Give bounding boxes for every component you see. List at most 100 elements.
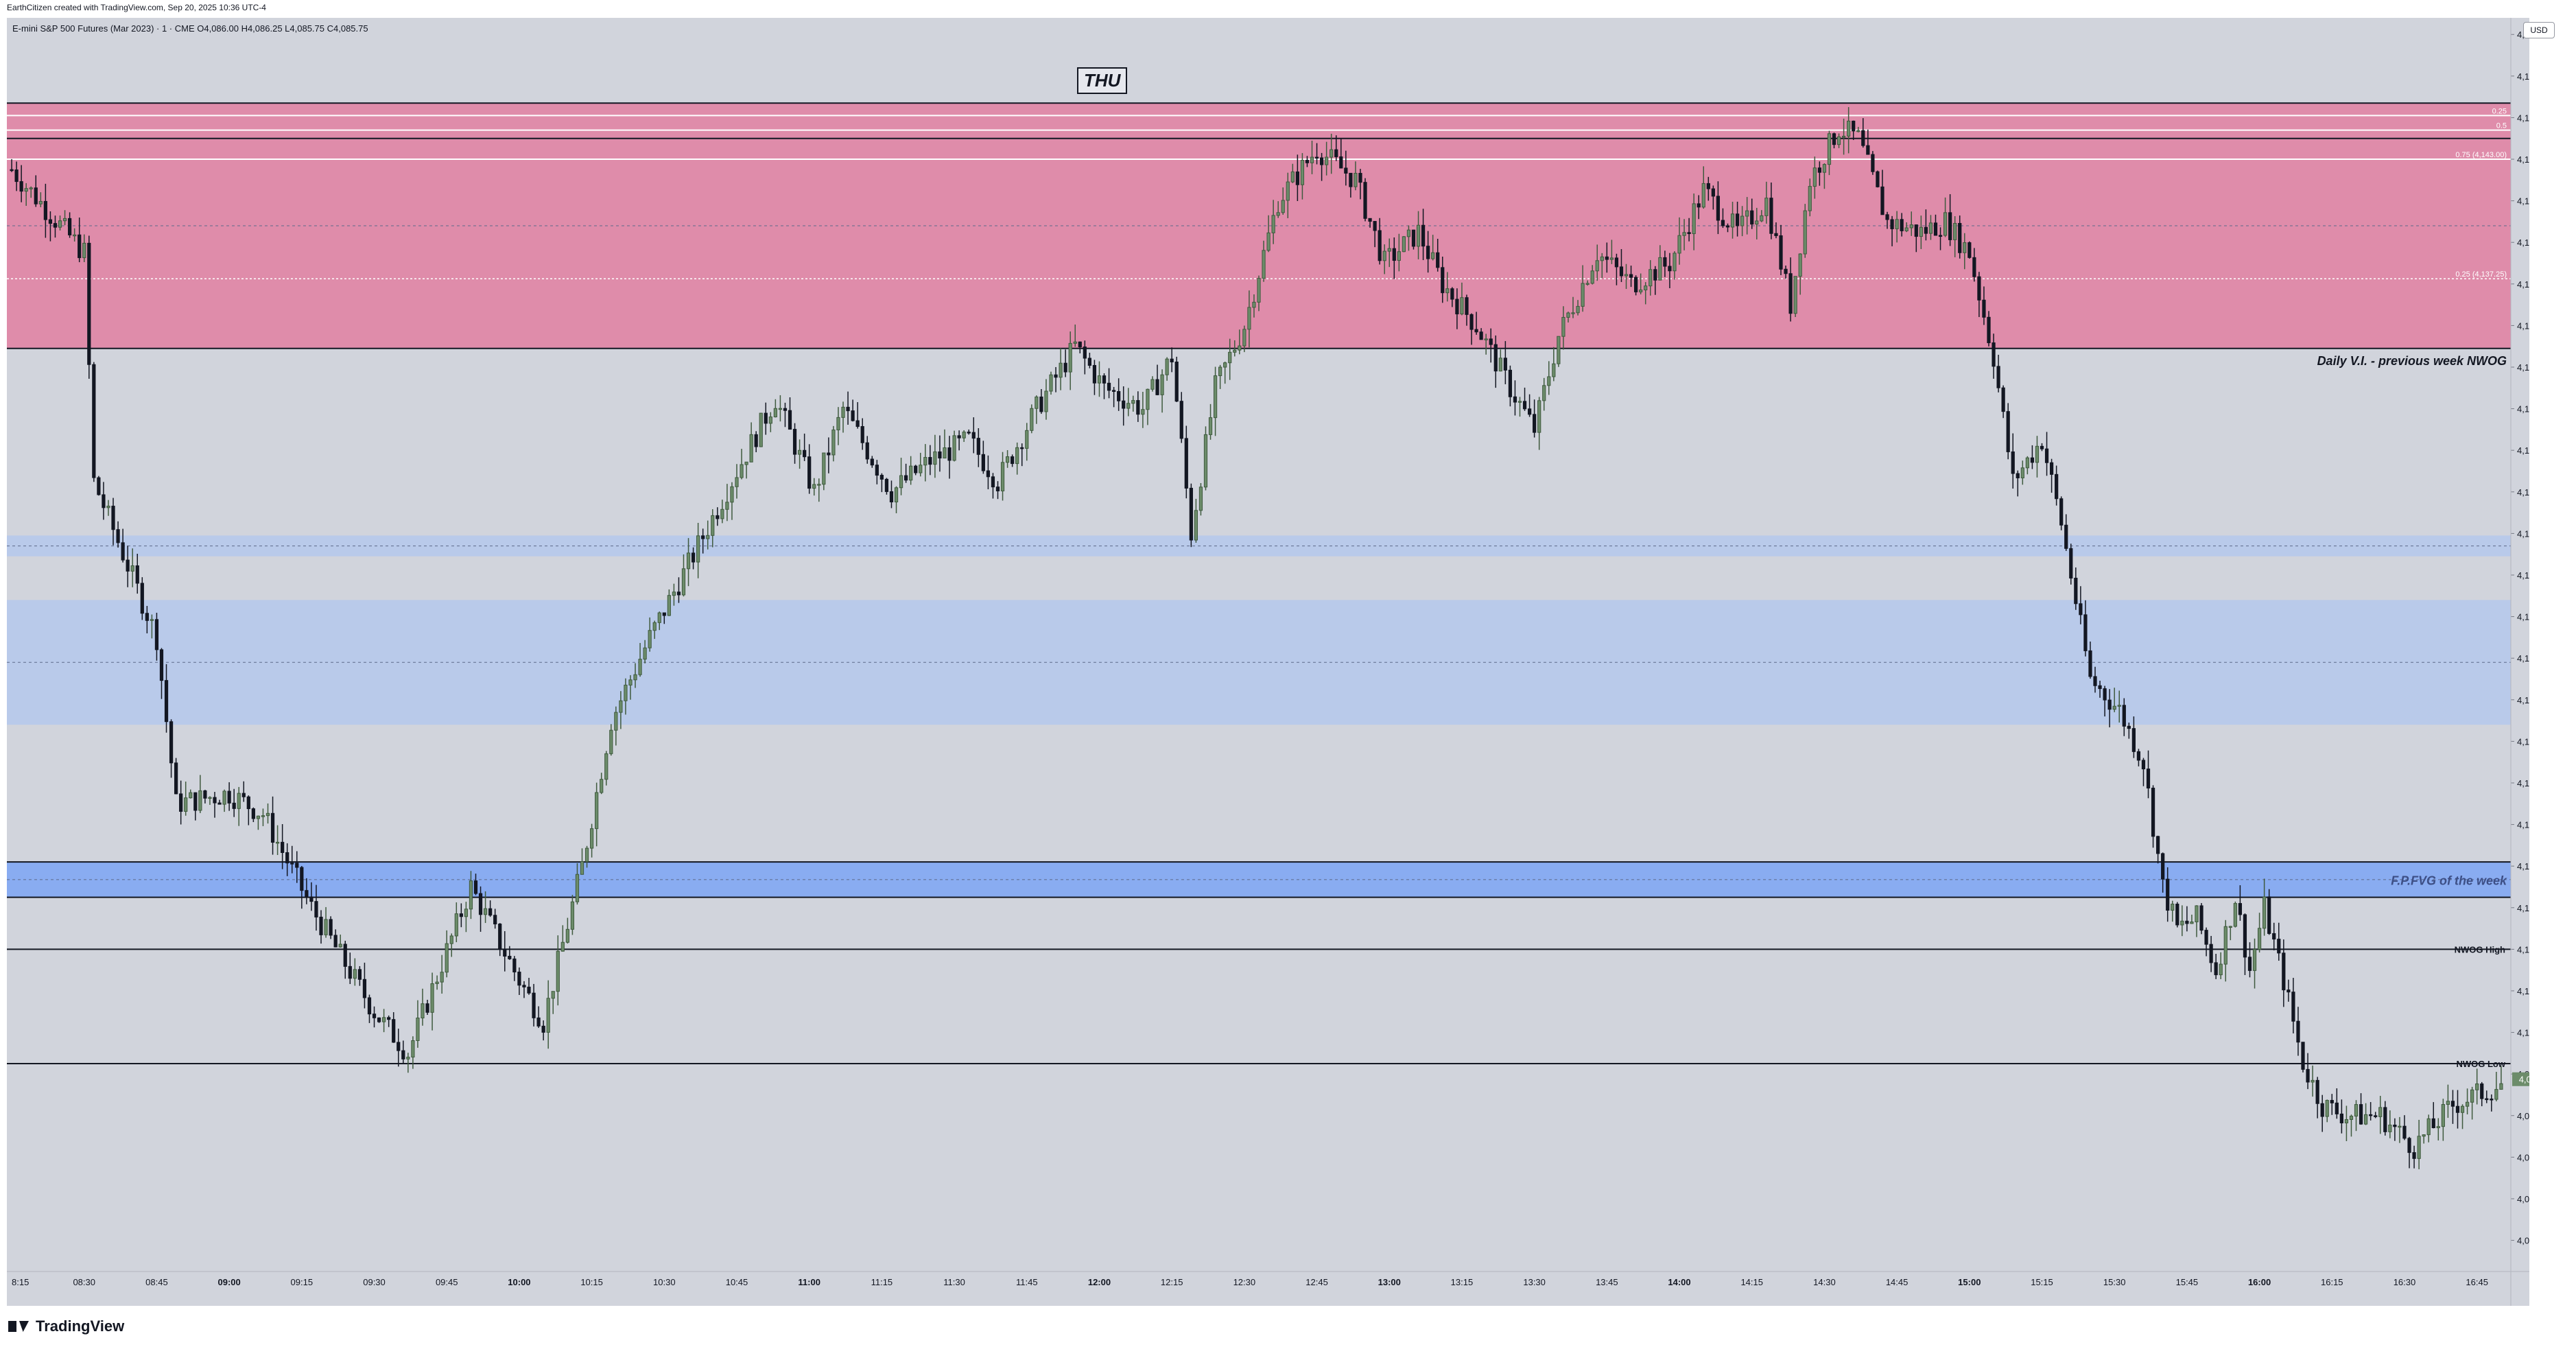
candle bbox=[246, 796, 250, 810]
candle bbox=[2330, 1100, 2334, 1103]
candle bbox=[1581, 283, 1585, 307]
candle bbox=[140, 583, 144, 614]
candle bbox=[256, 815, 261, 819]
candle bbox=[145, 613, 149, 621]
tradingview-logo[interactable]: TradingView bbox=[8, 1317, 124, 1335]
candle bbox=[208, 797, 212, 799]
y-tick-label: 4,113.00 bbox=[2517, 778, 2529, 788]
candle bbox=[768, 417, 772, 424]
candle bbox=[1189, 487, 1193, 541]
candle bbox=[1832, 133, 1836, 145]
x-tick-label: 16:30 bbox=[2394, 1277, 2416, 1287]
candle bbox=[1290, 171, 1295, 183]
candle bbox=[1924, 226, 1928, 234]
candle bbox=[213, 797, 217, 804]
x-tick-label: 09:15 bbox=[291, 1277, 314, 1287]
currency-button[interactable]: USD bbox=[2523, 22, 2555, 38]
candle bbox=[1489, 338, 1493, 345]
candle bbox=[595, 792, 599, 830]
candle bbox=[1300, 160, 1305, 185]
candle bbox=[1378, 230, 1382, 261]
candle bbox=[1533, 414, 1537, 433]
candle bbox=[1624, 274, 1629, 277]
candle bbox=[1044, 390, 1048, 412]
candle bbox=[1542, 385, 1546, 401]
candle bbox=[2441, 1104, 2445, 1127]
candle bbox=[2388, 1125, 2392, 1132]
candle bbox=[2223, 926, 2228, 965]
candle bbox=[952, 435, 956, 461]
candle bbox=[2335, 1102, 2339, 1114]
candle bbox=[1102, 375, 1107, 384]
candle bbox=[67, 218, 72, 235]
candle bbox=[1682, 232, 1686, 236]
y-tick-label: 4,105.00 bbox=[2517, 944, 2529, 954]
candle bbox=[154, 619, 159, 651]
candle bbox=[416, 1018, 420, 1042]
candle bbox=[1895, 219, 1899, 229]
candle bbox=[1387, 248, 1391, 252]
candle bbox=[1339, 156, 1343, 169]
candle bbox=[2151, 787, 2155, 837]
candle bbox=[1547, 376, 1551, 386]
candle bbox=[377, 1017, 381, 1022]
zone-level-label: 0.25 bbox=[2492, 107, 2507, 115]
x-tick-label: 14:30 bbox=[1813, 1277, 1836, 1287]
candle bbox=[1764, 198, 1769, 216]
candle bbox=[2001, 387, 2005, 412]
candle bbox=[1416, 224, 1421, 247]
candle bbox=[1174, 362, 1179, 402]
candle bbox=[275, 841, 280, 844]
candle bbox=[1706, 183, 1710, 189]
candle bbox=[1035, 396, 1039, 409]
candle bbox=[1474, 329, 1478, 333]
candle bbox=[1479, 331, 1483, 340]
candle bbox=[425, 1003, 429, 1013]
candle bbox=[305, 890, 309, 898]
candle bbox=[1411, 229, 1416, 247]
candle bbox=[2011, 451, 2015, 474]
candle bbox=[1054, 374, 1058, 378]
candle bbox=[2185, 920, 2189, 924]
candle bbox=[1663, 257, 1667, 267]
candle bbox=[875, 465, 879, 476]
candle bbox=[1856, 130, 1860, 132]
candle bbox=[889, 491, 894, 503]
candle bbox=[1063, 362, 1067, 373]
zone-level-label: 0.5 bbox=[2496, 122, 2507, 130]
y-tick-label: 4,093.00 bbox=[2517, 1194, 2529, 1204]
candle bbox=[1725, 225, 1730, 228]
candle bbox=[1808, 186, 1812, 211]
candle bbox=[2296, 1020, 2300, 1043]
candle bbox=[812, 484, 816, 489]
candle bbox=[1025, 430, 1029, 449]
chart-pane[interactable]: Daily V.I. - previous week NWOG F.P.FVG o… bbox=[7, 18, 2529, 1306]
candle bbox=[1059, 362, 1063, 378]
candle bbox=[1711, 188, 1715, 197]
x-tick-label: 08:30 bbox=[73, 1277, 95, 1287]
price-chart[interactable]: Daily V.I. - previous week NWOG F.P.FVG o… bbox=[7, 18, 2529, 1306]
candle bbox=[401, 1050, 405, 1059]
y-tick-label: 4,097.00 bbox=[2517, 1111, 2529, 1121]
x-tick-label: 15:15 bbox=[2031, 1277, 2053, 1287]
candle bbox=[851, 410, 855, 421]
candle bbox=[657, 612, 661, 623]
candle bbox=[135, 565, 139, 584]
candle bbox=[536, 1017, 541, 1027]
candle bbox=[2131, 728, 2136, 752]
candle bbox=[2470, 1089, 2474, 1103]
candle bbox=[43, 200, 47, 220]
candle bbox=[803, 449, 807, 458]
x-tick-label: 12:15 bbox=[1161, 1277, 1183, 1287]
symbol-legend[interactable]: E-mini S&P 500 Futures (Mar 2023) · 1 · … bbox=[12, 23, 368, 34]
candle bbox=[73, 234, 77, 237]
x-tick-label: 09:30 bbox=[363, 1277, 386, 1287]
candle bbox=[2320, 1103, 2324, 1117]
candle bbox=[1431, 252, 1435, 259]
candle bbox=[92, 364, 96, 478]
x-tick-label: 10:30 bbox=[653, 1277, 676, 1287]
candle bbox=[1701, 183, 1705, 208]
candle bbox=[764, 412, 768, 424]
candle bbox=[2195, 905, 2199, 922]
y-tick-label: 4,127.00 bbox=[2517, 487, 2529, 497]
